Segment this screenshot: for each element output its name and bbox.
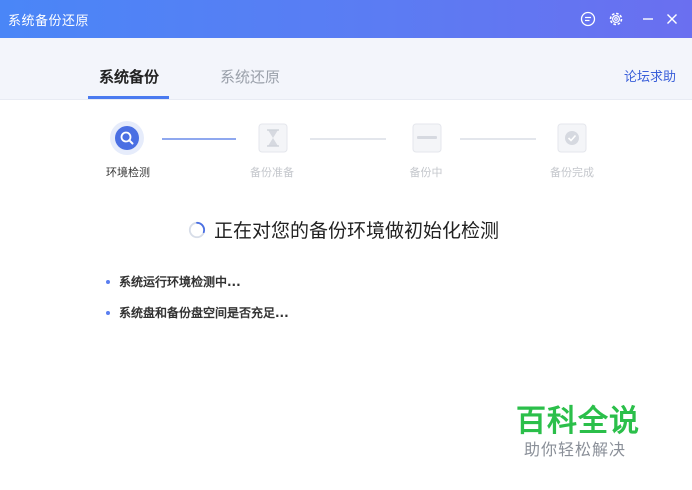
watermark-subtitle: 助你轻松解决 [524,440,627,459]
close-icon [667,14,677,24]
status-message: 正在对您的备份环境做初始化检测 [188,216,499,243]
search-icon [110,121,144,155]
active-tab-indicator [88,96,169,99]
step-connector [162,138,236,140]
step-backing-up [409,120,445,156]
tab-system-backup[interactable]: 系统备份 [99,66,159,87]
bullet-icon [106,279,110,284]
progress-stepper: 环境检测 备份准备 备份中 备份完成 [0,118,692,188]
step-label: 备份中 [409,166,443,179]
list-item: 系统盘和备份盘空间是否充足... [106,304,289,321]
progress-box-icon [412,123,442,153]
step-backup-prepare [255,120,291,156]
checkmark-icon [557,123,587,153]
step-connector [310,138,386,140]
minimize-icon [643,18,653,20]
forum-help-link[interactable]: 论坛求助 [624,66,676,85]
tab-system-restore[interactable]: 系统还原 [220,66,280,87]
tab-bar: 系统备份 系统还原 论坛求助 [0,38,692,100]
minimize-button[interactable] [638,9,658,29]
watermark-title: 百科全说 [516,404,640,439]
window-title: 系统备份还原 [8,14,90,29]
status-message-text: 正在对您的备份环境做初始化检测 [214,220,500,242]
list-item: 系统运行环境检测中... [106,273,241,290]
step-backup-complete [554,120,590,156]
feedback-button[interactable] [578,9,598,29]
close-button[interactable] [662,9,682,29]
settings-button[interactable] [606,9,626,29]
hourglass-icon [258,123,288,153]
step-label: 备份准备 [250,166,294,179]
check-item-text: 系统盘和备份盘空间是否充足... [119,306,289,320]
step-label: 备份完成 [550,166,594,179]
bullet-icon [106,310,110,315]
loading-spinner-icon [188,221,206,238]
step-connector [460,138,536,140]
step-environment-check [109,120,145,156]
message-icon [580,11,596,27]
check-item-text: 系统运行环境检测中... [119,275,241,289]
title-bar: 系统备份还原 [0,0,692,38]
step-label: 环境检测 [106,166,150,179]
gear-icon [609,12,623,26]
